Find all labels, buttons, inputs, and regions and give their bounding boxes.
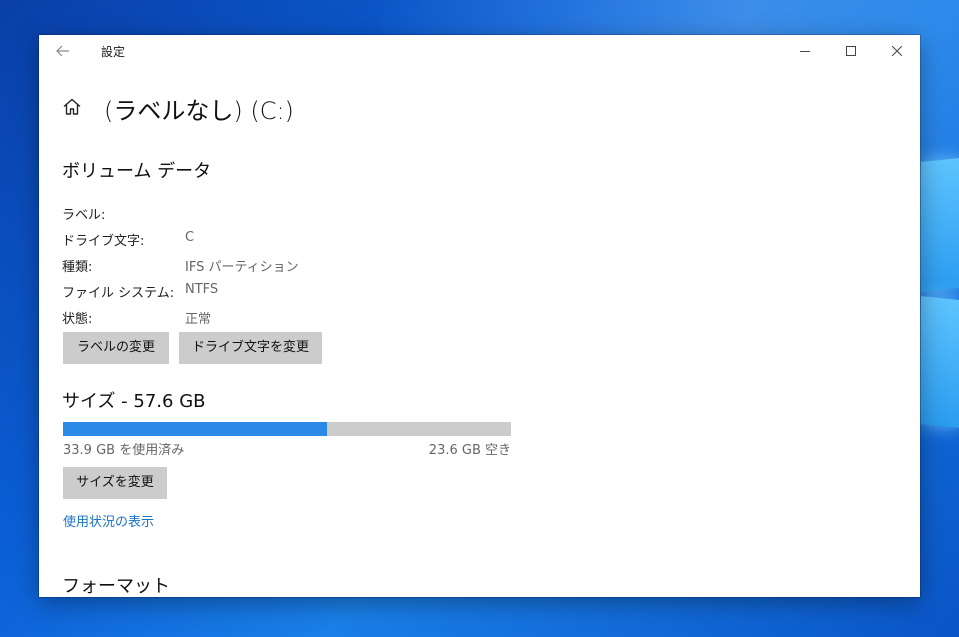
prop-label-type: 種類: <box>62 260 93 275</box>
maximize-button[interactable] <box>828 35 874 67</box>
close-button[interactable] <box>874 35 920 67</box>
free-space-text: 23.6 GB 空き <box>428 443 511 458</box>
back-arrow-icon <box>56 45 69 57</box>
prop-value-file-system: NTFS <box>185 282 219 297</box>
storage-usage-bar <box>63 422 511 436</box>
close-icon <box>892 46 902 56</box>
page-title: (ラベルなし) (C:) <box>104 97 294 125</box>
maximize-icon <box>846 46 856 56</box>
settings-window: 設定 (ラベルなし) (C:) ボリューム データ ラベル: ドライブ文字: C… <box>39 35 920 597</box>
size-heading: サイズ - 57.6 GB <box>62 391 206 412</box>
change-drive-letter-button[interactable]: ドライブ文字を変更 <box>179 332 322 364</box>
home-icon <box>63 98 81 115</box>
prop-label-status: 状態: <box>62 312 93 327</box>
format-heading: フォーマット <box>62 576 170 597</box>
prop-value-type: IFS パーティション <box>185 260 299 275</box>
windows-logo <box>919 158 959 430</box>
prop-value-drive-letter: C <box>185 230 195 245</box>
prop-label-file-system: ファイル システム: <box>62 286 175 301</box>
view-usage-link[interactable]: 使用状況の表示 <box>63 511 154 530</box>
minimize-icon <box>800 51 810 52</box>
windows-logo-pane-top <box>921 158 959 292</box>
prop-label-drive-letter: ドライブ文字: <box>62 234 145 249</box>
back-button[interactable] <box>51 39 75 63</box>
used-space-text: 33.9 GB を使用済み <box>63 443 185 458</box>
change-label-button[interactable]: ラベルの変更 <box>63 332 169 364</box>
title-bar: 設定 <box>39 35 920 67</box>
volume-data-heading: ボリューム データ <box>62 161 212 182</box>
prop-label-volume-label: ラベル: <box>62 208 106 223</box>
windows-logo-pane-bottom <box>921 296 959 428</box>
minimize-button[interactable] <box>782 35 828 67</box>
app-title: 設定 <box>101 45 126 59</box>
resize-button[interactable]: サイズを変更 <box>63 467 167 499</box>
storage-usage-fill <box>63 422 327 436</box>
prop-value-status: 正常 <box>185 312 212 327</box>
home-button[interactable] <box>62 97 84 119</box>
